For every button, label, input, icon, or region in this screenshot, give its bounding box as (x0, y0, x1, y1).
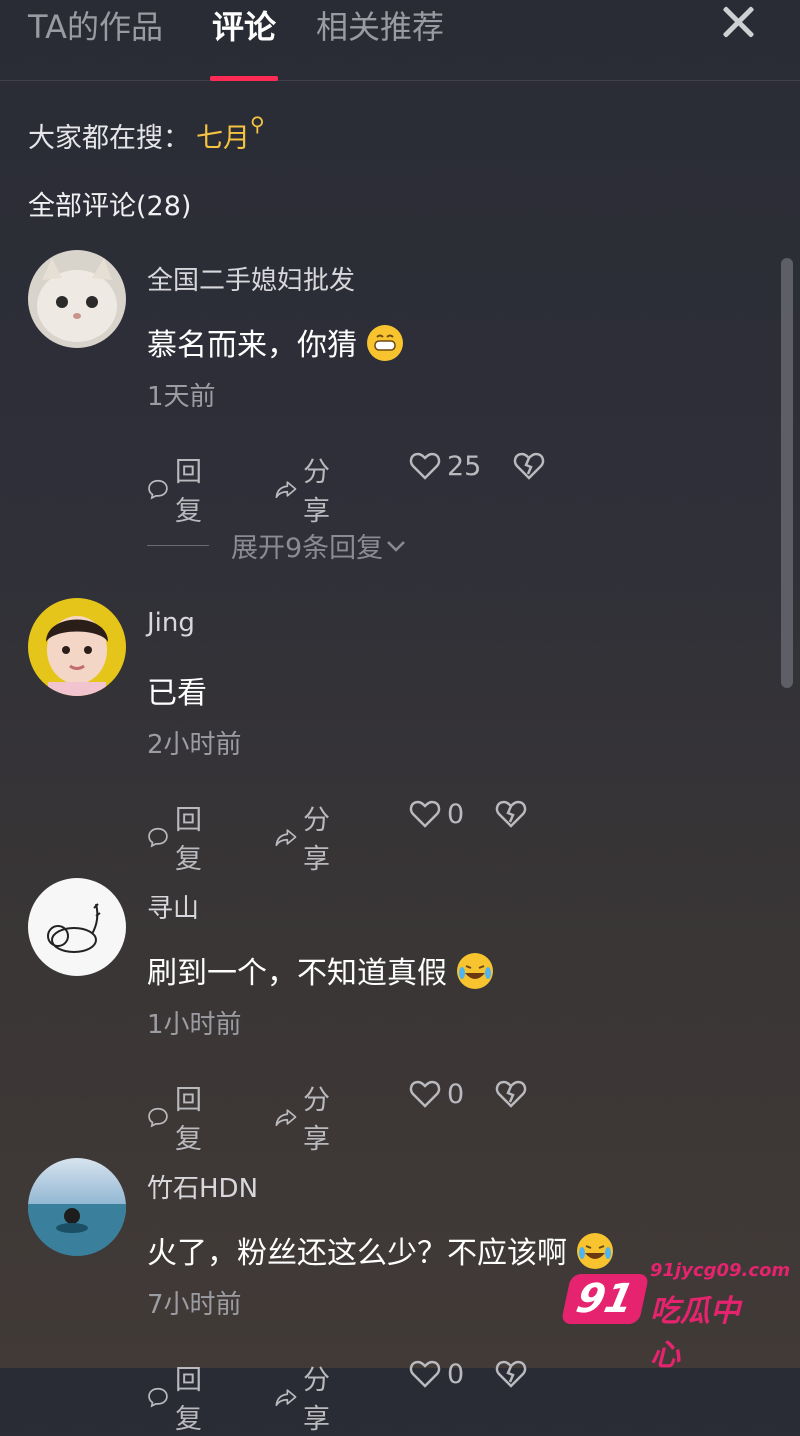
reply-icon (148, 1387, 168, 1408)
reply-button[interactable]: 回复 (147, 450, 212, 528)
broken-heart-icon (495, 1360, 527, 1388)
grinning-emoji-icon (367, 325, 403, 361)
tab-recommend[interactable]: 相关推荐 (316, 2, 444, 48)
comment-text: 刷到一个，不知道真假 (147, 948, 493, 992)
reply-label: 回复 (174, 1365, 202, 1435)
avatar[interactable] (28, 250, 126, 348)
avatar[interactable] (28, 598, 126, 696)
share-label: 分享 (302, 1085, 330, 1155)
reply-button[interactable]: 回复 (147, 1358, 212, 1436)
like-button[interactable]: 25 (409, 450, 481, 482)
share-icon (275, 829, 297, 847)
reply-icon (148, 479, 168, 500)
dislike-button[interactable] (495, 1358, 527, 1390)
share-label: 分享 (302, 457, 330, 527)
comment-count: 全部评论(28) (28, 191, 192, 222)
heart-icon (409, 452, 441, 480)
scrollbar[interactable] (781, 258, 793, 688)
avatar[interactable] (28, 878, 126, 976)
like-count: 0 (447, 798, 465, 830)
like-button[interactable]: 0 (409, 798, 464, 830)
tab-works[interactable]: TA的作品 (28, 2, 163, 48)
comment-text: 已看 (147, 676, 207, 711)
active-tab-indicator (210, 76, 278, 81)
reply-label: 回复 (174, 457, 202, 527)
comment-author[interactable]: 寻山 (147, 888, 199, 925)
broken-heart-icon (495, 1080, 527, 1108)
watermark-name: 吃瓜中心 (650, 1294, 740, 1373)
dislike-button[interactable] (495, 1078, 527, 1110)
watermark-logo: 91 91jycg09.com 吃瓜中心 (560, 1260, 790, 1373)
comment-author[interactable]: 全国二手媳妇批发 (147, 260, 355, 297)
like-count: 0 (447, 1078, 465, 1110)
avatar[interactable] (28, 1158, 126, 1256)
reply-icon (148, 827, 168, 848)
share-button[interactable]: 分享 (275, 1078, 340, 1156)
like-button[interactable]: 0 (409, 1078, 464, 1110)
comment-text-content: 火了，粉丝还这么少？不应该啊 (147, 1236, 567, 1271)
reply-label: 回复 (174, 805, 202, 875)
comment-time: 1小时前 (147, 1010, 242, 1040)
laughing-tears-emoji-icon (457, 953, 493, 989)
reply-label: 回复 (174, 1085, 202, 1155)
heart-icon (409, 1360, 441, 1388)
expand-replies-label: 展开9条回复 (231, 533, 384, 564)
close-icon[interactable] (718, 2, 758, 42)
share-icon (275, 1389, 297, 1407)
comment-author[interactable]: 竹石HDN (147, 1168, 258, 1205)
share-label: 分享 (302, 1365, 330, 1435)
reply-icon (148, 1107, 168, 1128)
watermark-badge: 91 (560, 1274, 650, 1324)
like-button[interactable]: 0 (409, 1358, 464, 1390)
reply-button[interactable]: 回复 (147, 798, 212, 876)
comment-author[interactable]: Jing (147, 608, 195, 638)
tab-comments[interactable]: 评论 (212, 2, 276, 48)
heart-icon (409, 800, 441, 828)
heart-icon (409, 1080, 441, 1108)
dislike-button[interactable] (495, 798, 527, 830)
broken-heart-icon (495, 800, 527, 828)
comment-text: 火了，粉丝还这么少？不应该啊 (147, 1228, 613, 1272)
like-count: 25 (447, 450, 482, 482)
expand-replies-button[interactable]: 展开9条回复 (147, 526, 409, 565)
like-count: 0 (447, 1358, 465, 1390)
comment-text-content: 刷到一个，不知道真假 (147, 956, 447, 991)
divider (147, 545, 209, 546)
chevron-down-icon (387, 540, 406, 552)
comment-text-content: 慕名而来，你猜 (147, 328, 357, 363)
reply-button[interactable]: 回复 (147, 1078, 212, 1156)
share-label: 分享 (302, 805, 330, 875)
tab-bar: TA的作品 评论 相关推荐 (0, 0, 800, 81)
share-button[interactable]: 分享 (275, 798, 340, 876)
search-keyword-link[interactable]: 七月 (196, 123, 250, 154)
share-button[interactable]: 分享 (275, 1358, 340, 1436)
comment-time: 2小时前 (147, 730, 242, 760)
comment-time: 1天前 (147, 382, 216, 412)
comment-time: 7小时前 (147, 1290, 242, 1320)
search-icon[interactable]: ⚲ (250, 112, 265, 136)
search-prefix: 大家都在搜： (28, 123, 190, 154)
comment-text: 慕名而来，你猜 (147, 320, 403, 364)
share-icon (275, 1109, 297, 1127)
share-icon (275, 481, 297, 499)
dislike-button[interactable] (513, 450, 545, 482)
share-button[interactable]: 分享 (275, 450, 340, 528)
broken-heart-icon (513, 452, 545, 480)
search-suggestion: 大家都在搜： 七月⚲ (28, 112, 265, 155)
watermark-url: 91jycg09.com (650, 1260, 791, 1281)
